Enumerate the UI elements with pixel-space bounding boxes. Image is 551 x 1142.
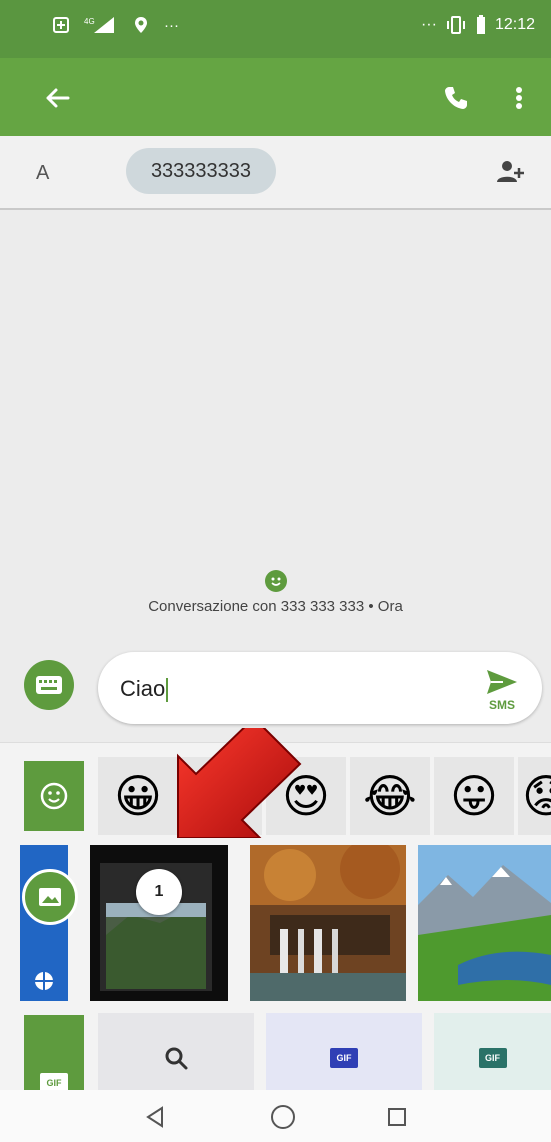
image-icon (39, 888, 61, 906)
gif-tab-button[interactable]: GIF (24, 1015, 84, 1095)
emoji-tab-button[interactable] (24, 761, 84, 831)
nav-back-button[interactable] (140, 1102, 170, 1132)
recipient-row: A 333333333 (0, 136, 551, 210)
more-vert-icon (516, 87, 522, 109)
contact-avatar-icon (264, 570, 287, 592)
send-button[interactable]: SMS (474, 662, 530, 718)
add-person-button[interactable] (494, 158, 530, 188)
image-thumbnail[interactable] (250, 845, 406, 1001)
keyboard-toggle-button[interactable] (24, 660, 74, 710)
selection-count-badge: 1 (136, 869, 182, 915)
recipient-chip[interactable]: 333333333 (126, 148, 276, 194)
emoji-glyph: 😟 (522, 769, 551, 823)
more-options-button[interactable] (504, 78, 534, 118)
message-input-text: Ciao (120, 676, 166, 701)
app-bar (0, 58, 551, 136)
nav-recents-icon (388, 1108, 406, 1126)
emoji-glyph: 😂 (363, 769, 417, 823)
signal-icon: 4G (84, 14, 118, 36)
nav-home-button[interactable] (268, 1102, 298, 1132)
message-input[interactable]: Ciao SMS (98, 652, 542, 724)
status-overflow-right: ··· (420, 16, 437, 33)
search-icon (165, 1047, 188, 1070)
status-overflow-text: ··· (164, 16, 179, 34)
gif-badge: GIF (330, 1048, 358, 1068)
thumb-art (250, 845, 406, 1001)
emoji-glyph: 😀 (114, 769, 162, 823)
keyboard-icon (36, 676, 62, 694)
gallery-button[interactable] (22, 869, 78, 925)
system-nav-bar (0, 1090, 551, 1142)
nav-home-icon (271, 1105, 295, 1129)
emoji-glyph: 😛 (450, 769, 498, 823)
location-icon (130, 14, 152, 36)
to-label: A (36, 162, 50, 184)
conversation-info: Conversazione con 333 333 333 • Ora (0, 570, 551, 615)
status-time: 12:12 (494, 16, 535, 33)
text-caret (166, 678, 169, 703)
compose-bar: Ciao SMS (0, 640, 551, 740)
call-button[interactable] (436, 78, 476, 118)
conversation-area: Conversazione con 333 333 333 • Ora (0, 210, 551, 640)
send-icon (487, 670, 517, 694)
smiley-icon (40, 782, 68, 810)
image-thumbnail[interactable] (418, 845, 551, 1001)
arrow-back-icon (46, 88, 70, 108)
battery-icon (475, 14, 487, 36)
phone-icon (445, 87, 467, 109)
emoji-item[interactable]: 😂 (350, 757, 430, 835)
conversation-info-text: Conversazione con 333 333 333 • Ora (148, 598, 403, 615)
nav-back-icon (146, 1106, 163, 1128)
vibrate-icon (445, 14, 467, 36)
send-label: SMS (488, 698, 515, 712)
nav-recents-button[interactable] (382, 1102, 412, 1132)
status-bar: 4G ··· ··· 12:12 (0, 0, 551, 58)
gif-badge: GIF (478, 1048, 507, 1068)
emoji-item[interactable]: 😛 (434, 757, 514, 835)
add-person-icon (497, 161, 524, 182)
red-arrow-annotation (160, 716, 310, 839)
data-saver-icon (50, 14, 72, 36)
back-button[interactable] (38, 78, 78, 118)
thumb-art (418, 845, 551, 1001)
svg-text:4G: 4G (84, 17, 95, 26)
emoji-item[interactable]: 😟 (518, 757, 551, 835)
